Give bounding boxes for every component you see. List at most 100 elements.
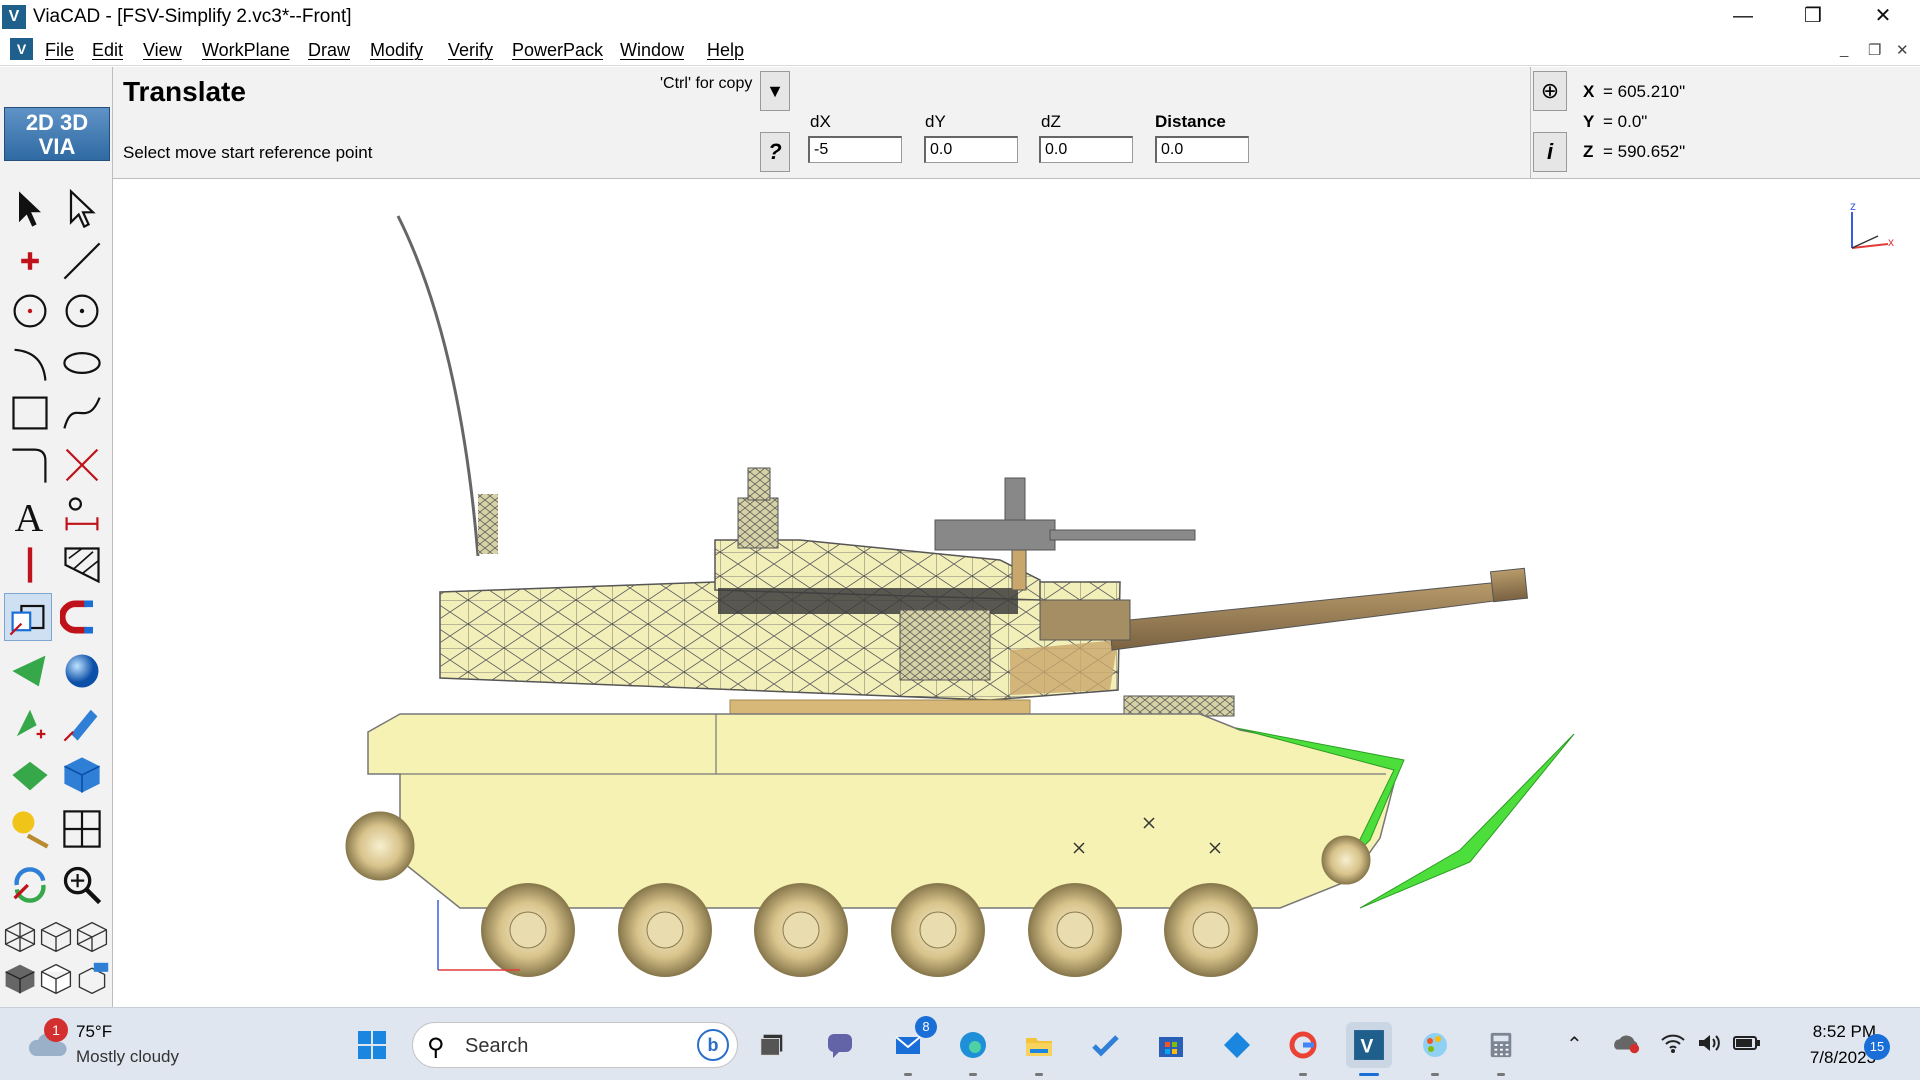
edge-icon[interactable] [950, 1022, 996, 1076]
line-icon[interactable] [58, 237, 106, 285]
select-hollow-arrow-icon[interactable] [58, 185, 106, 233]
dz-input[interactable] [1039, 136, 1133, 163]
task-view-icon[interactable] [749, 1022, 795, 1068]
onedrive-icon[interactable] [1612, 1032, 1640, 1060]
views-layout-icon[interactable] [58, 805, 106, 853]
text-icon[interactable]: A [6, 491, 54, 539]
coord-y-value: = 0.0" [1603, 112, 1648, 131]
centerline-icon[interactable] [6, 541, 54, 589]
iso-view-1-icon[interactable] [2, 917, 38, 957]
weather-temperature[interactable]: 75°F [76, 1022, 112, 1042]
circle-icon[interactable] [58, 287, 106, 335]
extrude-icon[interactable] [6, 647, 54, 695]
loft-icon[interactable] [6, 751, 54, 799]
copy-hint: 'Ctrl' for copy [660, 75, 753, 92]
select-arrow-icon[interactable] [6, 185, 54, 233]
distance-input[interactable] [1155, 136, 1249, 163]
battery-icon[interactable] [1732, 1032, 1762, 1060]
2d-3d-via-logo[interactable]: 2D 3D VIA [4, 107, 110, 161]
viacad-taskbar-icon[interactable]: V [1346, 1022, 1392, 1076]
viacad-logo-icon: V [2, 5, 26, 29]
rotate-view-icon[interactable] [6, 861, 54, 909]
document-icon[interactable]: V [10, 38, 33, 60]
iso-view-2-icon[interactable] [38, 917, 74, 957]
google-icon[interactable] [1280, 1022, 1326, 1076]
hull [367, 713, 1401, 909]
cylinder-icon[interactable] [58, 699, 106, 747]
dx-input[interactable] [808, 136, 902, 163]
doc-minimize-button[interactable]: _ [1840, 41, 1848, 58]
sphere-icon[interactable] [58, 647, 106, 695]
bing-icon[interactable]: b [697, 1029, 729, 1061]
menu-powerpack[interactable]: PowerPack [512, 40, 603, 61]
menu-view[interactable]: View [143, 40, 182, 61]
magnet-snap-icon[interactable] [58, 593, 106, 641]
material-icon[interactable] [6, 805, 54, 853]
menu-draw[interactable]: Draw [308, 40, 350, 61]
menu-verify[interactable]: Verify [448, 40, 493, 61]
revolve-icon[interactable] [6, 699, 54, 747]
taskbar-search[interactable]: ⚲ Search b [412, 1022, 738, 1068]
hatch-icon[interactable] [58, 541, 106, 589]
mail-icon[interactable]: 8 [885, 1016, 937, 1076]
menu-window[interactable]: Window [620, 40, 684, 61]
weather-condition[interactable]: Mostly cloudy [76, 1047, 179, 1067]
restore-button[interactable]: ❒ [1778, 0, 1848, 33]
tank-model[interactable]: z x [114, 180, 1920, 1006]
weather-alert-badge: 1 [44, 1018, 68, 1042]
menu-edit[interactable]: Edit [92, 40, 123, 61]
menu-modify[interactable]: Modify [370, 40, 423, 61]
iso-view-3-icon[interactable] [74, 917, 110, 957]
copilot-icon[interactable] [1214, 1022, 1260, 1068]
ellipse-icon[interactable] [58, 339, 106, 387]
store-icon[interactable] [1148, 1022, 1194, 1068]
dimension-icon[interactable] [58, 491, 106, 539]
wireframe-view-icon[interactable] [38, 959, 74, 999]
clock-date[interactable]: 7/8/2023 [1780, 1048, 1876, 1068]
coord-x-label: X [1583, 82, 1595, 101]
trim-icon[interactable] [58, 441, 106, 489]
todo-icon[interactable] [1082, 1022, 1128, 1068]
mail-running-indicator [904, 1073, 912, 1076]
file-explorer-icon[interactable] [1016, 1022, 1062, 1076]
options-dropdown-button[interactable]: ▼ [760, 71, 790, 111]
info-button[interactable]: i [1533, 132, 1567, 172]
clock-time[interactable]: 8:52 PM [1790, 1022, 1876, 1042]
menu-file[interactable]: File [45, 40, 74, 61]
menu-workplane[interactable]: WorkPlane [202, 40, 290, 61]
notification-count-badge[interactable]: 15 [1864, 1034, 1890, 1060]
circle-3pt-icon[interactable] [6, 287, 54, 335]
dy-input[interactable] [924, 136, 1018, 163]
paint-icon[interactable] [1412, 1022, 1458, 1076]
chevron-up-icon[interactable]: ⌃ [1566, 1032, 1583, 1057]
render-view-icon[interactable] [74, 959, 110, 999]
help-button[interactable]: ? [760, 132, 790, 172]
machine-gun-sight [1004, 477, 1026, 521]
command-prompt: Select move start reference point [123, 143, 373, 162]
shaded-view-icon[interactable] [2, 959, 38, 999]
translate-tool-icon[interactable] [4, 593, 52, 641]
zoom-icon[interactable] [58, 861, 106, 909]
point-icon[interactable] [6, 237, 54, 285]
volume-icon[interactable] [1696, 1032, 1722, 1060]
machine-gun-post [1011, 549, 1027, 591]
chat-icon[interactable] [817, 1022, 863, 1068]
calculator-icon[interactable] [1478, 1022, 1524, 1076]
command-panel: Translate Select move start reference po… [0, 67, 1920, 179]
windows-start-icon[interactable] [349, 1022, 395, 1068]
wifi-icon[interactable] [1660, 1032, 1686, 1060]
drawing-canvas[interactable]: z x [114, 180, 1920, 1006]
box-icon[interactable] [58, 751, 106, 799]
rectangle-icon[interactable] [6, 389, 54, 437]
minimize-button[interactable]: — [1708, 0, 1778, 33]
doc-close-button[interactable]: ✕ [1896, 41, 1909, 59]
close-button[interactable]: ✕ [1848, 0, 1918, 33]
divider [1530, 67, 1531, 179]
snap-target-button[interactable]: ⊕ [1533, 71, 1567, 111]
doc-restore-button[interactable]: ❐ [1868, 41, 1881, 59]
menu-help[interactable]: Help [707, 40, 744, 61]
engine-deck-item [1123, 695, 1235, 717]
arc-icon[interactable] [6, 339, 54, 387]
fillet-icon[interactable] [6, 441, 54, 489]
spline-icon[interactable] [58, 389, 106, 437]
